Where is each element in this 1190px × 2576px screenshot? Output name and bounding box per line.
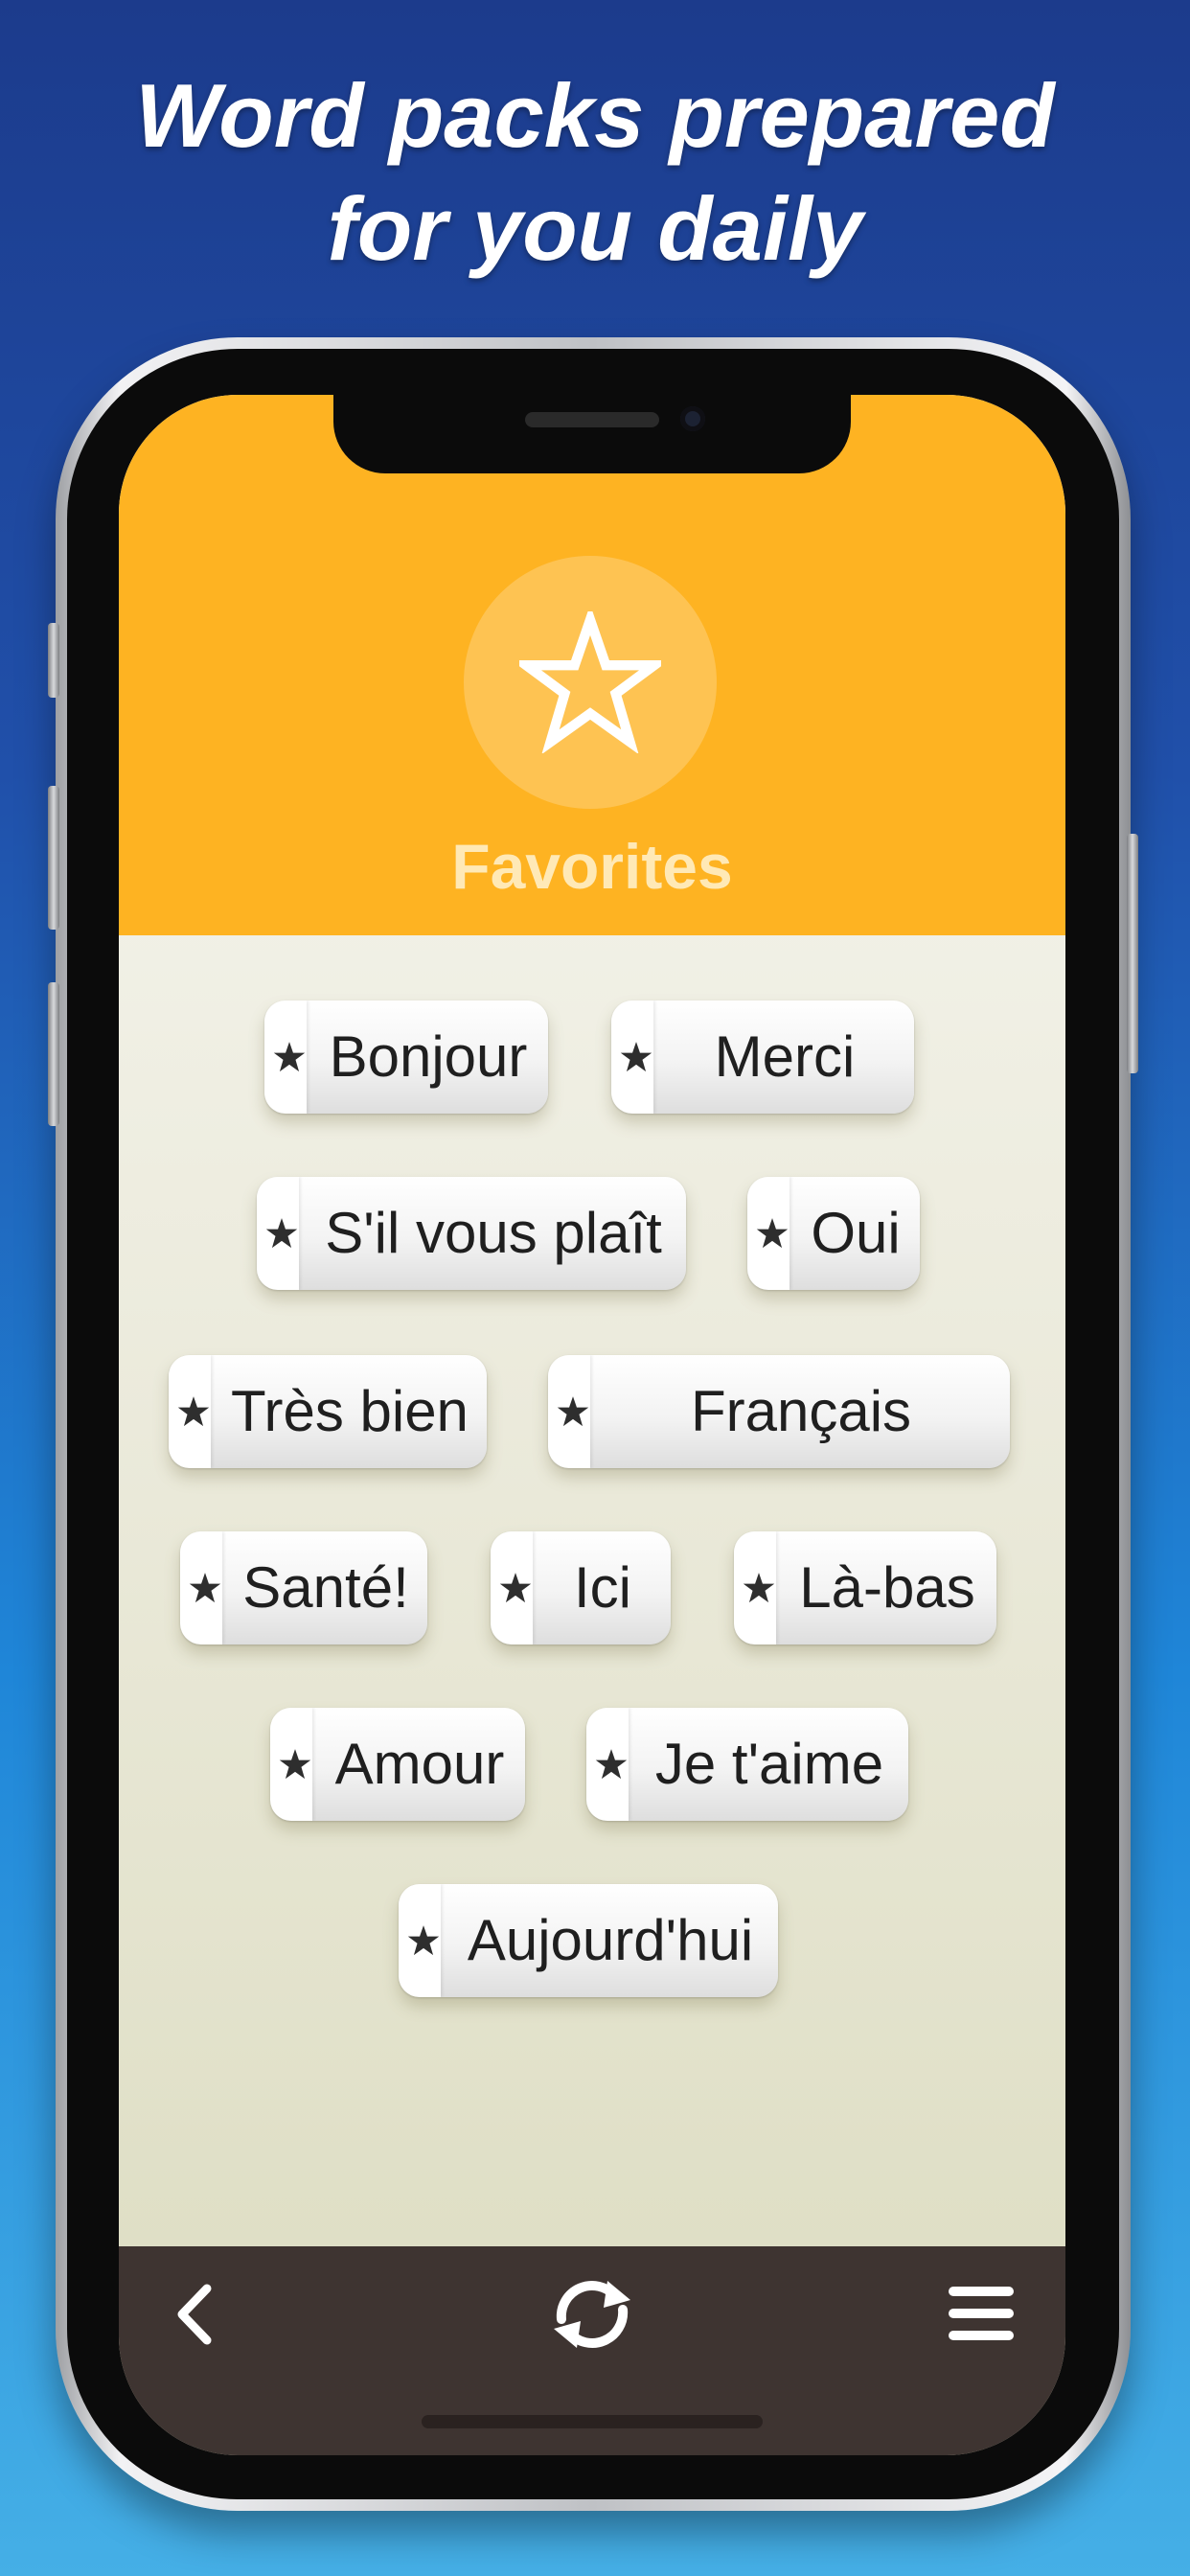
favorites-badge [464,556,717,809]
star-icon [499,1573,532,1603]
star-icon [265,1218,298,1249]
headline-line-2: for you daily [327,178,863,279]
chip-label: Là-bas [799,1555,975,1620]
speaker-grille [525,412,659,427]
chip-label: S'il vous plaît [325,1201,662,1265]
page-title: Favorites [451,831,733,902]
star-icon [273,1042,306,1072]
chip-label: Aujourd'hui [467,1908,754,1972]
chip-label: Amour [334,1732,505,1796]
chip-label: Ici [574,1555,631,1620]
refresh-icon [554,2281,630,2348]
star-outline-icon [519,611,661,753]
hamburger-menu-icon [949,2287,1014,2340]
star-icon [407,1925,440,1956]
star-icon [557,1396,589,1427]
back-button[interactable] [153,2271,240,2358]
word-chip-amour[interactable]: Amour [270,1708,525,1821]
star-icon [279,1749,311,1780]
favorites-header: Favorites [119,395,1065,935]
word-chip-je-taime[interactable]: Je t'aime [586,1708,908,1821]
star-icon [595,1749,628,1780]
chip-label: Merci [714,1024,856,1089]
word-chip-bonjour[interactable]: Bonjour [264,1000,548,1114]
word-chip-ici[interactable]: Ici [491,1531,671,1644]
bottom-toolbar [119,2246,1065,2455]
word-chip-tres-bien[interactable]: Très bien [169,1355,487,1468]
word-chip-francais[interactable]: Français [548,1355,1010,1468]
star-icon [177,1396,210,1427]
chip-label: Bonjour [329,1024,528,1089]
home-indicator[interactable] [422,2415,763,2428]
word-chip-merci[interactable]: Merci [611,1000,914,1114]
headline-line-1: Word packs prepared [135,65,1055,166]
menu-button[interactable] [945,2277,1018,2350]
headline: Word packs prepared for you daily [0,59,1190,286]
star-icon [743,1573,775,1603]
phone-power-button [1127,834,1138,1073]
chip-label: Oui [811,1201,901,1265]
star-icon [756,1218,789,1249]
word-chip-oui[interactable]: Oui [747,1177,920,1290]
refresh-button[interactable] [544,2271,640,2358]
word-chip-sante[interactable]: Santé! [180,1531,427,1644]
chip-label: Très bien [231,1379,469,1443]
word-chip-sil-vous-plait[interactable]: S'il vous plaît [257,1177,686,1290]
phone-volume-up-button [48,786,59,930]
word-chip-la-bas[interactable]: Là-bas [734,1531,996,1644]
phone-silent-switch [48,623,59,698]
chevron-left-icon [177,2284,212,2345]
chip-label: Je t'aime [654,1732,884,1796]
chip-label: Santé! [242,1555,409,1620]
word-chip-aujourdhui[interactable]: Aujourd'hui [399,1884,778,1997]
phone-volume-down-button [48,982,59,1126]
phone-notch [333,395,851,473]
chip-label: Français [690,1379,912,1443]
star-icon [620,1042,652,1072]
star-icon [189,1573,221,1603]
app-screen: Favorites Bonjour Merci S'il vous plaît … [119,395,1065,2455]
front-camera [680,406,705,431]
